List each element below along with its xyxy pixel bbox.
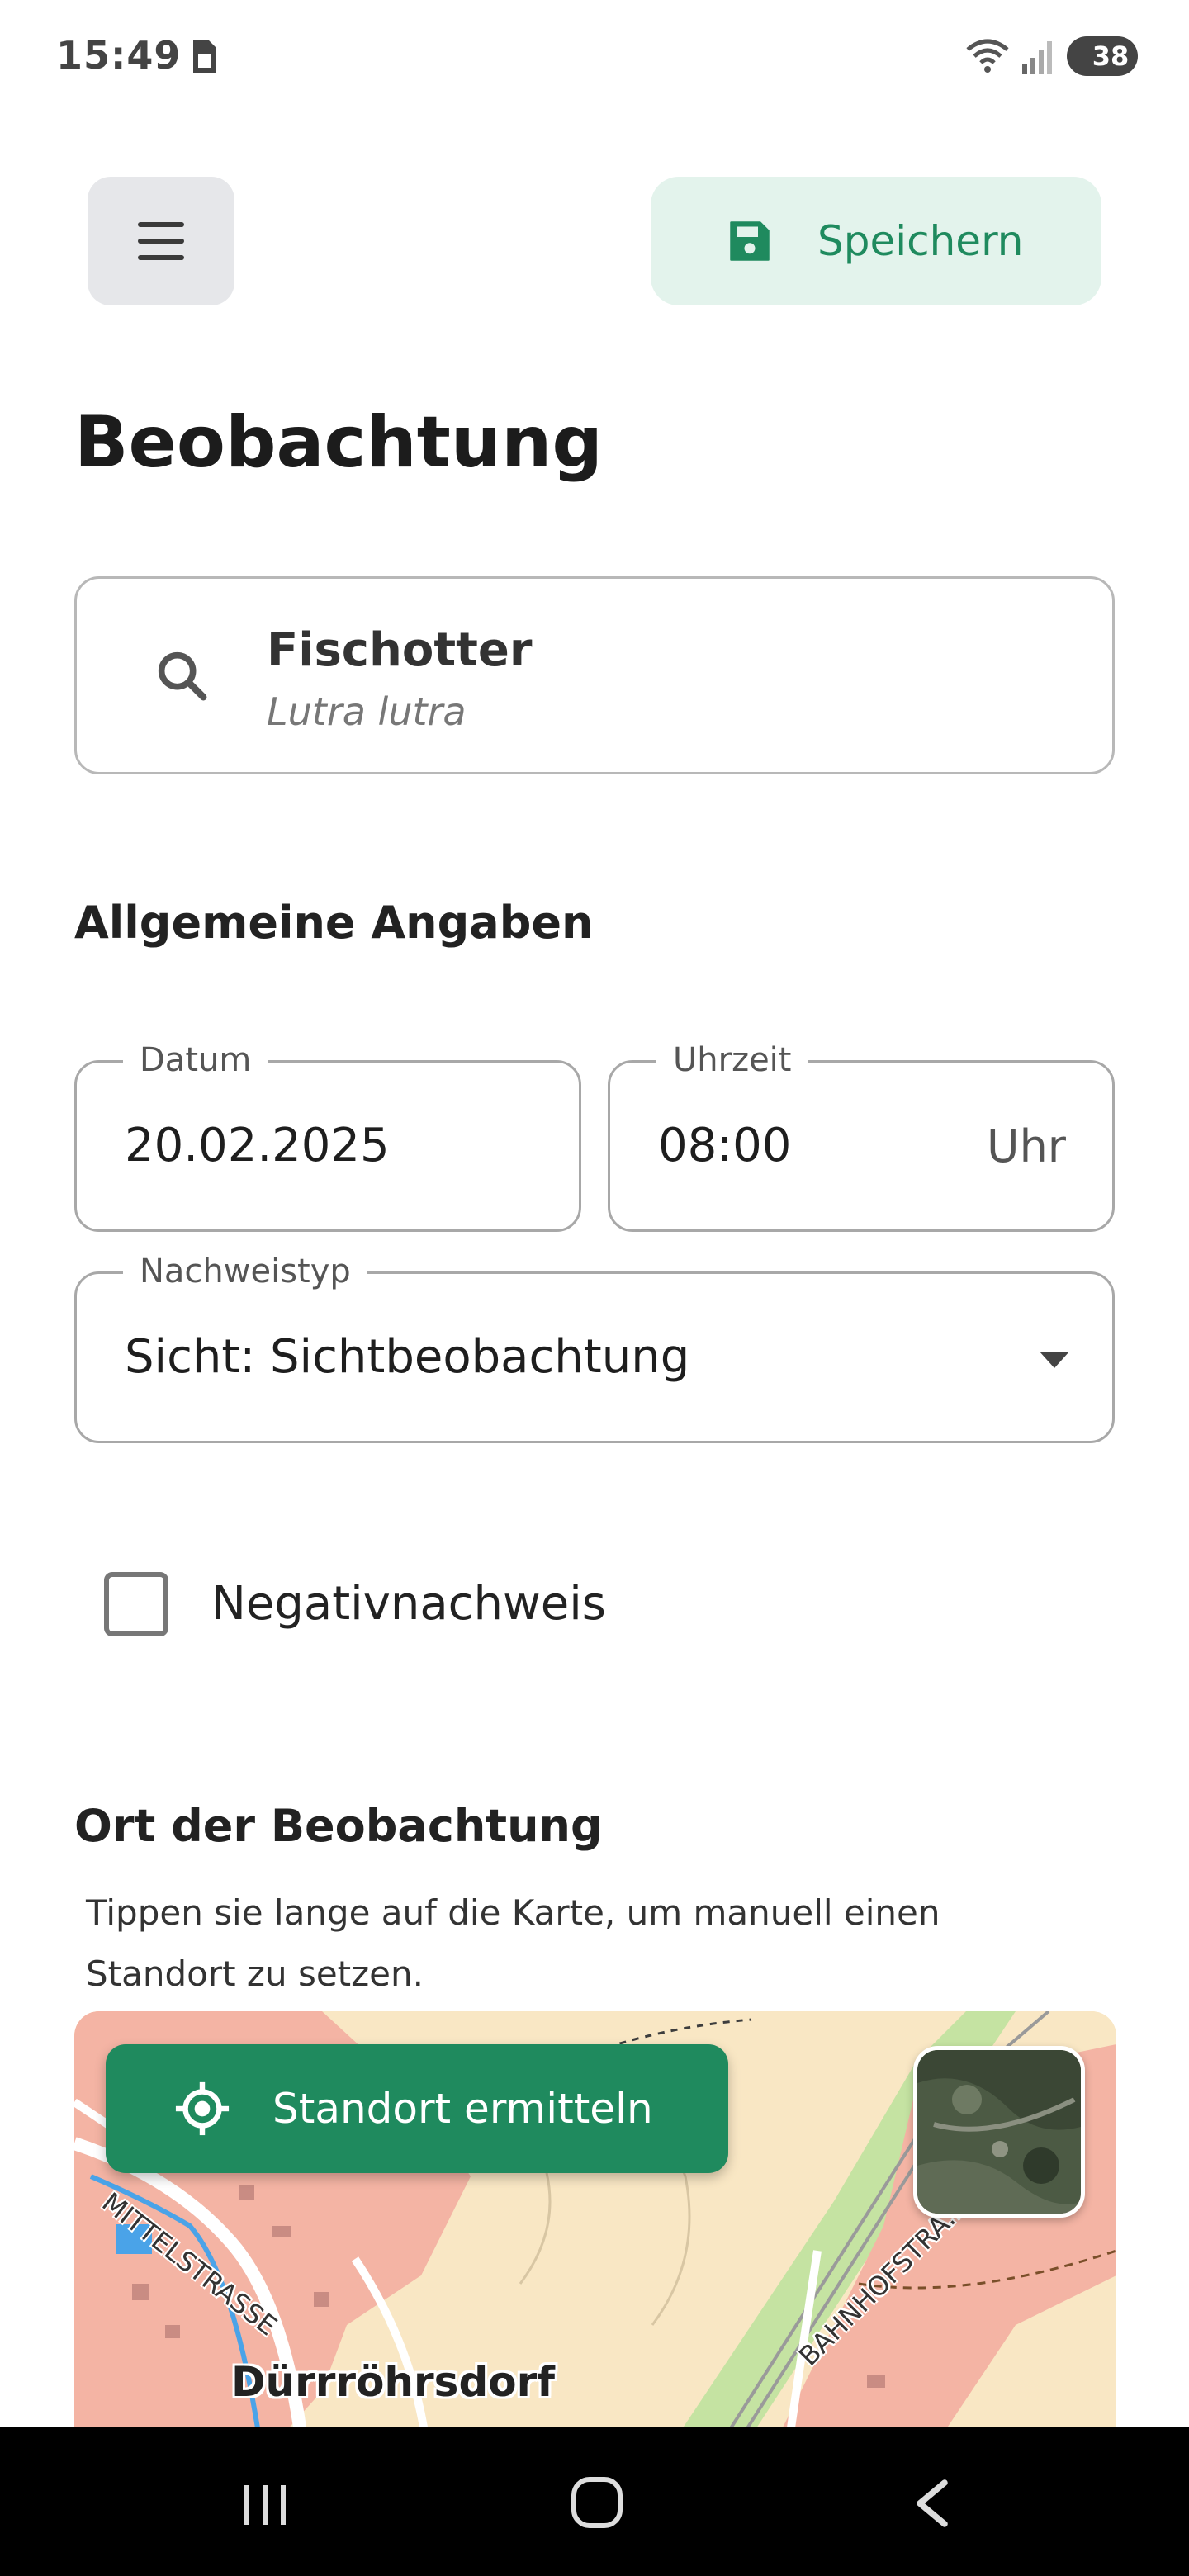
- time-value: 08:00: [658, 1119, 792, 1172]
- save-button-label: Speichern: [817, 217, 1024, 265]
- date-label: Datum: [123, 1041, 268, 1079]
- battery-level: 38: [1092, 40, 1130, 72]
- locate-button[interactable]: Standort ermitteln: [106, 2044, 728, 2173]
- species-search-field[interactable]: Fischotter Lutra lutra: [74, 576, 1115, 774]
- dropdown-arrow-icon[interactable]: [1040, 1352, 1069, 1368]
- menu-button[interactable]: [88, 177, 234, 305]
- evidence-type-label: Nachweistyp: [123, 1252, 367, 1290]
- date-field[interactable]: Datum 20.02.2025: [74, 1041, 581, 1232]
- floppy-disk-icon: [730, 221, 770, 261]
- time-field[interactable]: Uhrzeit 08:00 Uhr: [608, 1041, 1115, 1232]
- map-town-label: Dürrröhrsdorf: [231, 2358, 555, 2406]
- section-title-location: Ort der Beobachtung: [74, 1800, 603, 1852]
- search-icon: [158, 651, 207, 701]
- date-value: 20.02.2025: [125, 1119, 390, 1172]
- evidence-type-select[interactable]: Nachweistyp Sicht: Sichtbeobachtung: [74, 1252, 1115, 1443]
- map-layer-toggle[interactable]: [913, 2046, 1085, 2218]
- hamburger-menu-icon: [138, 222, 184, 260]
- species-common-name: Fischotter: [267, 623, 533, 677]
- status-time: 15:49: [56, 33, 182, 78]
- system-navigation-bar: [0, 2427, 1189, 2576]
- home-icon[interactable]: [571, 2477, 623, 2528]
- negative-evidence-label[interactable]: Negativnachweis: [211, 1577, 606, 1631]
- location-hint: Tippen sie lange auf die Karte, um manue…: [86, 1892, 940, 1994]
- locate-button-label: Standort ermitteln: [272, 2085, 653, 2133]
- species-latin-name: Lutra lutra: [267, 689, 467, 734]
- signal-icon: [1022, 41, 1052, 74]
- location-map[interactable]: MITTELSTRASSE BAHNHOFSTRA... Dürrröhrsdo…: [74, 2011, 1116, 2474]
- evidence-type-value: Sicht: Sichtbeobachtung: [125, 1330, 690, 1384]
- save-button[interactable]: Speichern: [651, 177, 1101, 305]
- crosshair-location-icon: [175, 2081, 230, 2136]
- battery-indicator: 38: [1067, 36, 1138, 76]
- negative-evidence-checkbox[interactable]: [104, 1572, 168, 1636]
- page-title: Beobachtung: [74, 401, 603, 484]
- time-suffix: Uhr: [987, 1120, 1066, 1172]
- time-label: Uhrzeit: [656, 1041, 808, 1079]
- wifi-icon: [966, 39, 1009, 73]
- section-title-general: Allgemeine Angaben: [74, 897, 594, 949]
- status-bar: 15:49 38: [0, 0, 1189, 116]
- satellite-layer-icon: [917, 2050, 1081, 2214]
- back-icon[interactable]: [912, 2479, 953, 2528]
- recent-apps-icon[interactable]: [239, 2482, 292, 2528]
- sim-card-icon: [193, 40, 216, 73]
